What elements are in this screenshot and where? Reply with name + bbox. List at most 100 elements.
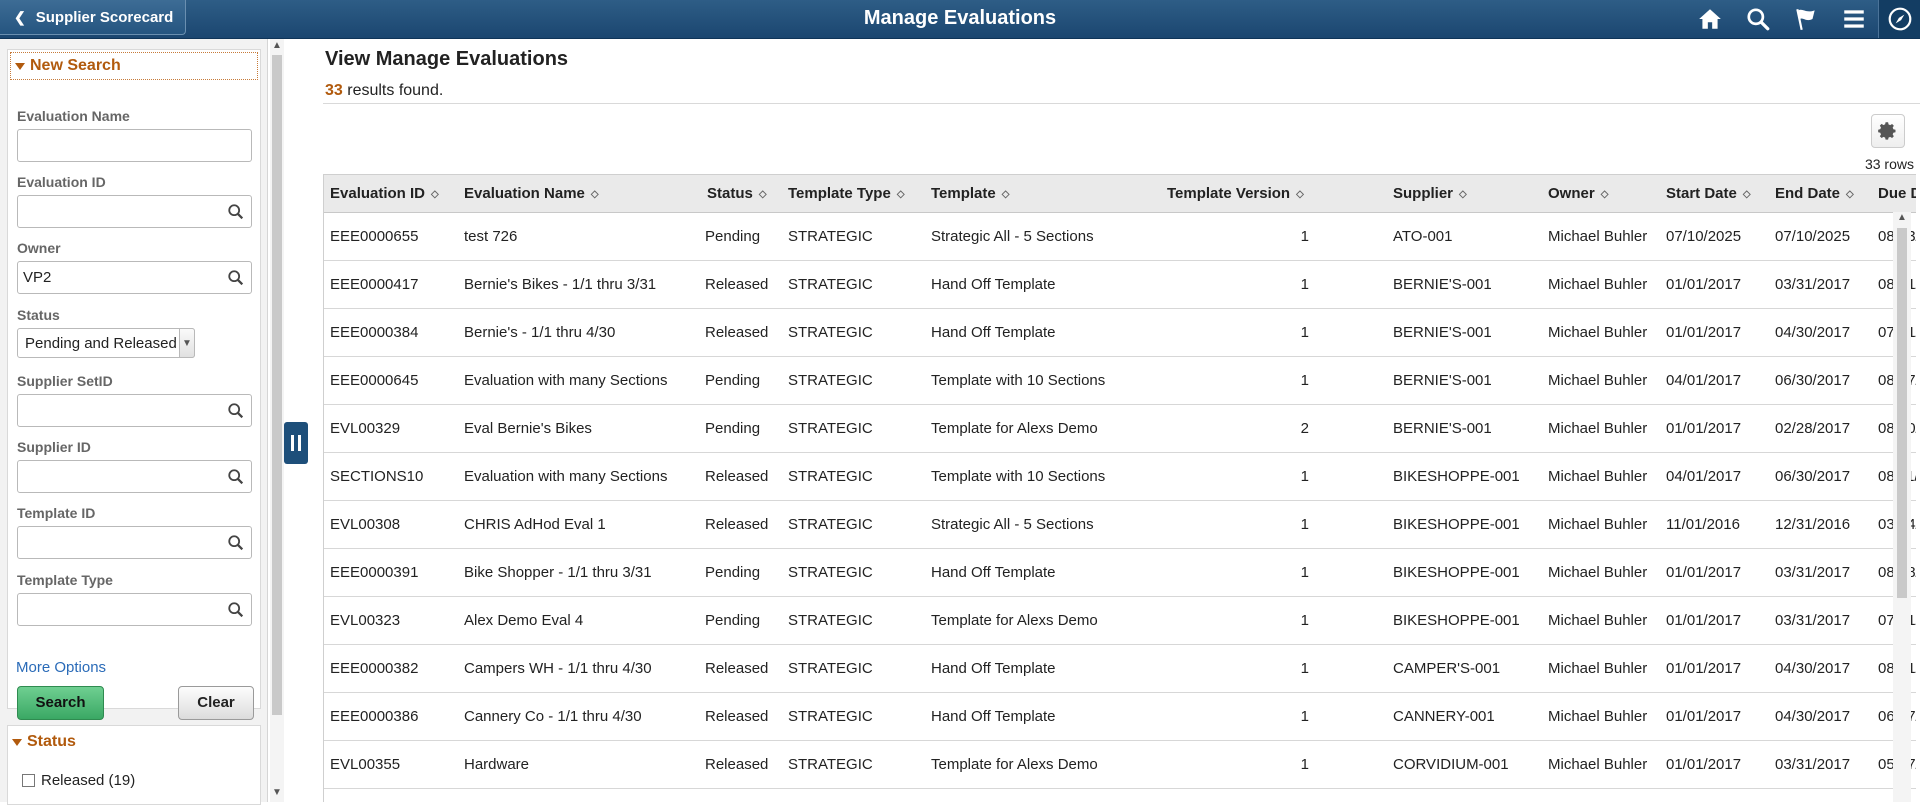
evaluation-id-input[interactable] — [17, 195, 252, 228]
lookup-icon[interactable] — [227, 269, 245, 287]
cell-start-date: 04/01/2017 — [1666, 372, 1742, 389]
sort-icon[interactable]: ◇ — [759, 176, 767, 214]
cell-start-date: 01/01/2017 — [1666, 564, 1742, 581]
clear-button[interactable]: Clear — [178, 686, 254, 720]
table-row[interactable]: EEE0000382 Campers WH - 1/1 thru 4/30 Rele… — [324, 645, 1916, 693]
table-row[interactable]: EVL00323 Alex Demo Eval 4 Pending STRATEGIC… — [324, 597, 1916, 645]
sort-icon[interactable]: ◇ — [1296, 176, 1304, 214]
scroll-up-icon[interactable]: ▲ — [270, 40, 284, 54]
column-header-evaluation-name[interactable]: Evaluation Name ◇ — [464, 175, 599, 213]
evaluation-name-label: Evaluation Name — [17, 108, 130, 124]
cell-end-date: 04/30/2017 — [1775, 324, 1851, 341]
column-header-status[interactable]: Status ◇ — [707, 175, 767, 213]
collapse-panel-button[interactable] — [284, 422, 308, 464]
table-row[interactable]: SECTIONS10 Evaluation with many Sections R… — [324, 453, 1916, 501]
status-select-value: Pending and Released — [25, 335, 177, 352]
sort-icon[interactable]: ◇ — [1002, 176, 1010, 214]
table-row[interactable]: EEE0000645 Evaluation with many Sections P… — [324, 357, 1916, 405]
back-button[interactable]: ❮ Supplier Scorecard — [0, 0, 186, 35]
cell-status: Pending — [705, 372, 761, 389]
sort-icon[interactable]: ◇ — [1601, 176, 1609, 214]
menu-icon[interactable] — [1830, 0, 1878, 38]
sort-icon[interactable]: ◇ — [431, 176, 439, 214]
column-header-start-date[interactable]: Start Date ◇ — [1666, 175, 1751, 213]
search-icon[interactable] — [1734, 0, 1782, 38]
evaluation-name-input[interactable] — [17, 129, 252, 162]
template-id-input[interactable] — [17, 526, 252, 559]
table-row[interactable]: EVL00329 Eval Bernie's Bikes Pending STRATE… — [324, 405, 1916, 453]
new-search-header[interactable]: New Search — [10, 52, 258, 80]
cell-owner: Michael Buhler — [1548, 756, 1648, 773]
sort-icon[interactable]: ◇ — [1846, 176, 1854, 214]
template-type-input[interactable] — [17, 593, 252, 626]
more-options-link[interactable]: More Options — [16, 659, 106, 676]
cell-start-date: 01/01/2017 — [1666, 324, 1742, 341]
lookup-icon[interactable] — [227, 203, 245, 221]
sort-icon[interactable]: ◇ — [591, 176, 599, 214]
sort-icon[interactable]: ◇ — [1459, 176, 1467, 214]
cell-evaluation-name: Evaluation with many Sections — [464, 468, 668, 485]
column-header-evaluation-id[interactable]: Evaluation ID ◇ — [330, 175, 439, 213]
table-row[interactable]: EEE0000384 Bernie's - 1/1 thru 4/30 Releas… — [324, 309, 1916, 357]
cell-template-type: STRATEGIC — [788, 612, 873, 629]
table-row[interactable]: EEE0000391 Bike Shopper - 1/1 thru 3/31 Pe… — [324, 549, 1916, 597]
scroll-up-icon[interactable]: ▲ — [1893, 212, 1911, 226]
cell-template-type: STRATEGIC — [788, 420, 873, 437]
scrollbar-thumb[interactable] — [1897, 228, 1907, 598]
left-panel-scrollbar[interactable]: ▲ ▼ — [270, 39, 284, 802]
grid-scrollbar[interactable]: ▲ — [1893, 212, 1911, 802]
cell-start-date: 01/01/2017 — [1666, 756, 1742, 773]
facet-item-released[interactable]: Released (19) — [22, 772, 135, 789]
supplier-id-input[interactable] — [17, 460, 252, 493]
status-select[interactable]: Pending and Released ▼ — [17, 328, 195, 358]
column-header-end-date[interactable]: End Date ◇ — [1775, 175, 1854, 213]
cell-template-version: 1 — [1300, 660, 1309, 677]
column-header-owner[interactable]: Owner ◇ — [1548, 175, 1608, 213]
column-header-template-type[interactable]: Template Type ◇ — [788, 175, 905, 213]
status-facet: Status Released (19) — [7, 725, 261, 805]
cell-end-date: 06/30/2017 — [1775, 372, 1851, 389]
lookup-icon[interactable] — [227, 534, 245, 552]
cell-supplier: BIKESHOPPE-001 — [1393, 564, 1520, 581]
home-icon[interactable] — [1686, 0, 1734, 38]
cell-end-date: 04/30/2017 — [1775, 660, 1851, 677]
table-row[interactable]: EEE0000417 Bernie's Bikes - 1/1 thru 3/31… — [324, 261, 1916, 309]
sort-icon[interactable]: ◇ — [1743, 176, 1751, 214]
cell-status: Released — [705, 756, 769, 773]
cell-template-type: STRATEGIC — [788, 468, 873, 485]
cell-evaluation-id: EEE0000655 — [330, 228, 419, 245]
scroll-down-icon[interactable]: ▼ — [270, 787, 284, 801]
cell-evaluation-id: EEE0000417 — [330, 276, 419, 293]
lookup-icon[interactable] — [227, 468, 245, 486]
cell-template-version: 1 — [1300, 516, 1309, 533]
column-header-label: Template Version — [1167, 185, 1291, 202]
cell-supplier: CAMPER'S-001 — [1393, 660, 1501, 677]
cell-supplier: BERNIE'S-001 — [1393, 276, 1492, 293]
template-type-label: Template Type — [17, 572, 113, 588]
table-row[interactable]: EVL00308 CHRIS AdHod Eval 1 Released STRATE… — [324, 501, 1916, 549]
status-facet-header[interactable]: Status — [8, 728, 260, 756]
lookup-icon[interactable] — [227, 601, 245, 619]
table-row[interactable]: EVL00355 Hardware Released STRATEGIC Templat… — [324, 741, 1916, 789]
column-header-supplier[interactable]: Supplier ◇ — [1393, 175, 1467, 213]
sort-icon[interactable]: ◇ — [897, 176, 905, 214]
cell-evaluation-name: CHRIS AdHod Eval 1 — [464, 516, 606, 533]
supplier-setid-input[interactable] — [17, 394, 252, 427]
column-header-template-version[interactable]: Template Version ◇ — [1167, 175, 1304, 213]
chevron-down-icon[interactable]: ▼ — [179, 328, 195, 358]
cell-template-version: 1 — [1300, 372, 1309, 389]
scrollbar-thumb[interactable] — [272, 55, 282, 715]
cell-owner: Michael Buhler — [1548, 708, 1648, 725]
compass-icon[interactable] — [1878, 0, 1920, 38]
table-row[interactable]: EEE0000386 Cannery Co - 1/1 thru 4/30 Rele… — [324, 693, 1916, 741]
column-header-template[interactable]: Template ◇ — [931, 175, 1009, 213]
table-row[interactable]: EEE0000655 test 726 Pending STRATEGIC Strate… — [324, 213, 1916, 261]
flag-icon[interactable] — [1782, 0, 1830, 38]
column-header-due-date[interactable]: Due Date◇ — [1878, 175, 1916, 213]
checkbox[interactable] — [22, 774, 35, 787]
owner-input[interactable]: VP2 — [17, 261, 252, 294]
lookup-icon[interactable] — [227, 402, 245, 420]
cell-supplier: BIKESHOPPE-001 — [1393, 516, 1520, 533]
grid-settings-button[interactable] — [1871, 114, 1905, 148]
search-button[interactable]: Search — [17, 686, 104, 720]
